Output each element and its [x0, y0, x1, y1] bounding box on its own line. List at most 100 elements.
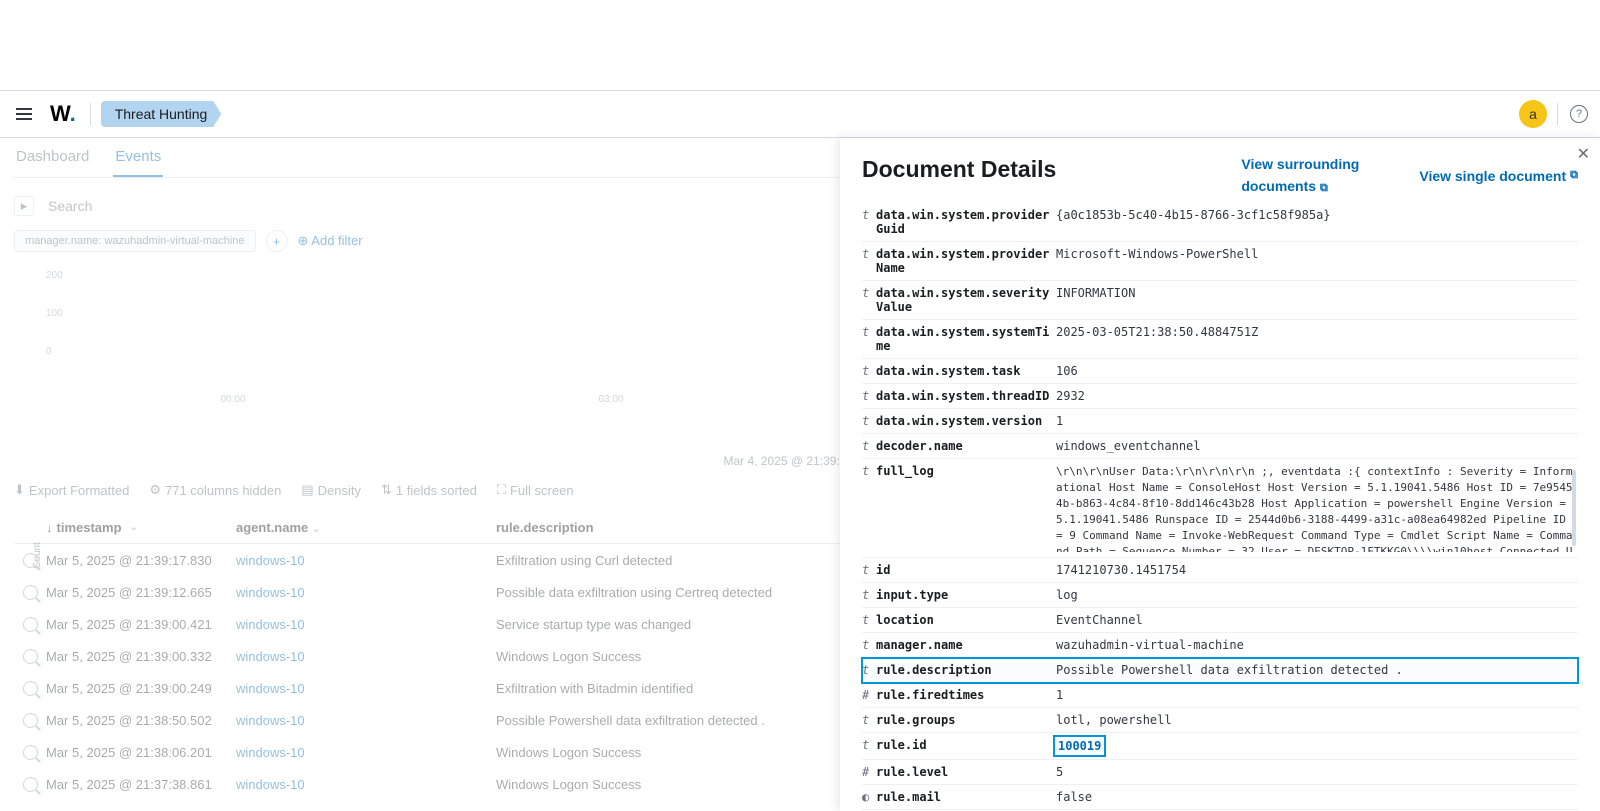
- detail-row: #rule.firedtimes1: [862, 683, 1578, 708]
- tab-dashboard[interactable]: Dashboard: [14, 138, 91, 177]
- field-value[interactable]: 100019: [1056, 738, 1578, 754]
- field-value: wazuhadmin-virtual-machine: [1056, 638, 1578, 652]
- inspect-icon[interactable]: [14, 713, 46, 728]
- tab-events[interactable]: Events: [113, 138, 163, 177]
- field-value: {a0c1853b-5c40-4b15-8766-3cf1c58f985a}: [1056, 208, 1578, 222]
- inspect-icon[interactable]: [14, 585, 46, 600]
- cell-agent[interactable]: windows-10: [236, 585, 496, 600]
- field-value: windows_eventchannel: [1056, 439, 1578, 453]
- detail-row: tid1741210730.1451754: [862, 558, 1578, 583]
- inspect-icon[interactable]: [14, 745, 46, 760]
- cell-timestamp: Mar 5, 2025 @ 21:37:38.861: [46, 777, 236, 792]
- external-link-icon: ⧉: [1320, 182, 1328, 194]
- detail-row: tdata.win.system.providerGuid{a0c1853b-5…: [862, 203, 1578, 242]
- field-key: data.win.system.threadID: [876, 389, 1056, 403]
- document-details-flyout: ✕ Document Details View surrounding docu…: [840, 138, 1600, 811]
- detail-row: tdata.win.system.providerNameMicrosoft-W…: [862, 242, 1578, 281]
- field-key: rule.description: [876, 663, 1056, 677]
- columns-hidden[interactable]: ⚙ 771 columns hidden: [149, 482, 281, 498]
- x-tick: 03:00: [598, 394, 623, 405]
- density-label: Density: [318, 483, 361, 498]
- divider: [90, 103, 91, 125]
- fullscreen-button[interactable]: ⛶ Full screen: [497, 482, 574, 498]
- col-agent[interactable]: agent.name⌄: [236, 520, 496, 535]
- field-value: 106: [1056, 364, 1578, 378]
- cell-timestamp: Mar 5, 2025 @ 21:39:00.249: [46, 681, 236, 696]
- inspect-icon[interactable]: [14, 681, 46, 696]
- field-key: full_log: [876, 464, 1056, 478]
- add-filter-link[interactable]: ⊕ Add filter: [298, 233, 363, 249]
- inspect-icon[interactable]: [14, 617, 46, 632]
- cell-agent[interactable]: windows-10: [236, 553, 496, 568]
- chevron-down-icon: ⌄: [130, 522, 138, 533]
- view-single-doc-link[interactable]: View single document ⧉: [1419, 156, 1578, 195]
- field-key: data.win.system.providerGuid: [876, 208, 1056, 236]
- detail-row: trule.descriptionPossible Powershell dat…: [862, 658, 1578, 683]
- detail-row: tdata.win.system.threadID2932: [862, 384, 1578, 409]
- field-type-icon: t: [862, 247, 876, 261]
- field-type-icon: t: [862, 563, 876, 577]
- inspect-icon[interactable]: [14, 649, 46, 664]
- breadcrumb-pill[interactable]: Threat Hunting: [101, 101, 222, 127]
- export-button[interactable]: ⬇ Export Formatted: [14, 482, 129, 498]
- field-type-icon: #: [862, 688, 876, 702]
- col-ts-label: timestamp: [57, 520, 122, 535]
- link-text: documents: [1241, 178, 1316, 194]
- field-value: 1741210730.1451754: [1056, 563, 1578, 577]
- menu-button[interactable]: [12, 102, 36, 126]
- field-key: id: [876, 563, 1056, 577]
- field-key: rule.id: [876, 738, 1056, 752]
- field-type-icon: t: [862, 638, 876, 652]
- add-chip-button[interactable]: +: [266, 230, 288, 252]
- sort-button[interactable]: ⇅ 1 fields sorted: [381, 482, 477, 498]
- cell-timestamp: Mar 5, 2025 @ 21:38:06.201: [46, 745, 236, 760]
- field-value: 2932: [1056, 389, 1578, 403]
- field-value: EventChannel: [1056, 613, 1578, 627]
- cell-timestamp: Mar 5, 2025 @ 21:39:00.332: [46, 649, 236, 664]
- col-timestamp[interactable]: ↓ timestamp⌄: [46, 520, 236, 535]
- cell-agent[interactable]: windows-10: [236, 745, 496, 760]
- detail-row: #rule.level5: [862, 760, 1578, 785]
- close-icon[interactable]: ✕: [1577, 144, 1590, 164]
- y-tick: 100: [46, 308, 63, 319]
- help-icon[interactable]: ?: [1570, 105, 1588, 123]
- cell-agent[interactable]: windows-10: [236, 777, 496, 792]
- avatar[interactable]: a: [1519, 100, 1547, 128]
- inspect-icon[interactable]: [14, 553, 46, 568]
- link-text: View single document: [1419, 168, 1566, 184]
- detail-row: trule.id100019: [862, 733, 1578, 760]
- cell-agent[interactable]: windows-10: [236, 681, 496, 696]
- search-prefix-icon[interactable]: ▸: [14, 196, 34, 216]
- cell-agent[interactable]: windows-10: [236, 649, 496, 664]
- field-value: lotl, powershell: [1056, 713, 1578, 727]
- view-surrounding-link[interactable]: View surrounding documents ⧉: [1241, 156, 1359, 195]
- field-value: 1: [1056, 688, 1578, 702]
- cell-agent[interactable]: windows-10: [236, 713, 496, 728]
- filter-chip[interactable]: manager.name: wazuhadmin-virtual-machine: [14, 230, 256, 252]
- y-axis-label: Count: [32, 542, 43, 569]
- density-button[interactable]: ▤ Density: [301, 482, 361, 498]
- flyout-header: Document Details View surrounding docume…: [840, 138, 1600, 203]
- field-type-icon: t: [862, 286, 876, 300]
- link-text: View surrounding: [1241, 156, 1359, 172]
- detail-row: tdata.win.system.task106: [862, 359, 1578, 384]
- field-value: false: [1056, 790, 1578, 804]
- detail-body[interactable]: tdata.win.system.providerGuid{a0c1853b-5…: [840, 203, 1600, 811]
- detail-row: tfull_log\r\n\r\nUser Data:\r\n\r\n\r\n …: [862, 459, 1578, 558]
- field-key: location: [876, 613, 1056, 627]
- cell-timestamp: Mar 5, 2025 @ 21:39:12.665: [46, 585, 236, 600]
- detail-row: ◐rule.mailfalse: [862, 785, 1578, 810]
- inspect-icon[interactable]: [14, 777, 46, 792]
- logo[interactable]: W.: [50, 101, 76, 127]
- columns-hidden-label: 771 columns hidden: [165, 483, 281, 498]
- flyout-title: Document Details: [862, 156, 1056, 183]
- cell-agent[interactable]: windows-10: [236, 617, 496, 632]
- field-key: data.win.system.severityValue: [876, 286, 1056, 314]
- detail-row: tlocationEventChannel: [862, 608, 1578, 633]
- field-type-icon: t: [862, 464, 876, 478]
- scrollbar[interactable]: [1572, 470, 1576, 546]
- field-value: 2025-03-05T21:38:50.4884751Z: [1056, 325, 1578, 339]
- fullscreen-label: Full screen: [510, 483, 574, 498]
- add-filter-label: Add filter: [311, 233, 362, 248]
- field-key: data.win.system.version: [876, 414, 1056, 428]
